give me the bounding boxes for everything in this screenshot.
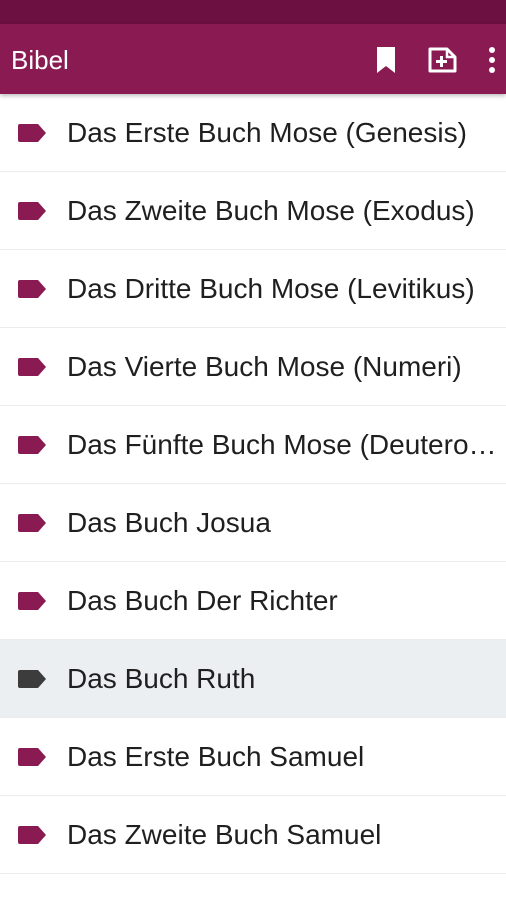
book-title: Das Dritte Buch Mose (Levitikus) <box>67 273 475 304</box>
label-tag-icon <box>18 592 46 610</box>
book-list-item[interactable]: Das Buch Ruth <box>0 640 506 718</box>
label-tag-icon <box>18 124 46 142</box>
label-tag-icon <box>18 826 46 844</box>
book-list: Das Erste Buch Mose (Genesis) Das Zweite … <box>0 94 506 900</box>
book-title: Das Buch Ruth <box>67 663 256 694</box>
add-to-document-icon[interactable] <box>428 46 458 74</box>
app-bar: Bibel <box>0 24 506 94</box>
book-list-item[interactable]: Das Dritte Buch Mose (Levitikus) <box>0 250 506 328</box>
book-title: Das Erste Buch Mose (Genesis) <box>67 117 467 148</box>
status-bar <box>0 0 506 24</box>
book-title: Das Zweite Buch Samuel <box>67 819 382 850</box>
label-tag-icon <box>18 748 46 766</box>
book-title: Das Vierte Buch Mose (Numeri) <box>67 351 462 382</box>
label-tag-icon <box>18 280 46 298</box>
label-tag-icon <box>18 670 46 688</box>
book-title: Das Buch Der Richter <box>67 585 338 616</box>
book-list-item[interactable]: Das Erste Buch Mose (Genesis) <box>0 94 506 172</box>
book-list-item[interactable]: Das Vierte Buch Mose (Numeri) <box>0 328 506 406</box>
label-tag-icon <box>18 436 46 454</box>
book-title: Das Buch Josua <box>67 507 271 538</box>
label-tag-icon <box>18 358 46 376</box>
label-tag-icon <box>18 514 46 532</box>
book-title: Das Erste Buch Samuel <box>67 741 365 772</box>
app-title: Bibel <box>11 45 69 75</box>
book-list-item[interactable]: Das Buch Der Richter <box>0 562 506 640</box>
book-list-item[interactable]: Das Erste Buch Samuel <box>0 718 506 796</box>
bookmark-icon[interactable] <box>374 46 398 74</box>
book-list-item[interactable]: Das Zweite Buch Samuel <box>0 796 506 874</box>
book-list-item[interactable]: Das Zweite Buch Mose (Exodus) <box>0 172 506 250</box>
book-list-item[interactable]: Das Buch Josua <box>0 484 506 562</box>
book-title: Das Zweite Buch Mose (Exodus) <box>67 195 475 226</box>
label-tag-icon <box>18 202 46 220</box>
book-title: Das Fünfte Buch Mose (Deuteronomium) <box>67 429 502 460</box>
more-vert-icon[interactable] <box>486 46 498 74</box>
book-list-item[interactable]: Das Fünfte Buch Mose (Deuteronomium) <box>0 406 506 484</box>
